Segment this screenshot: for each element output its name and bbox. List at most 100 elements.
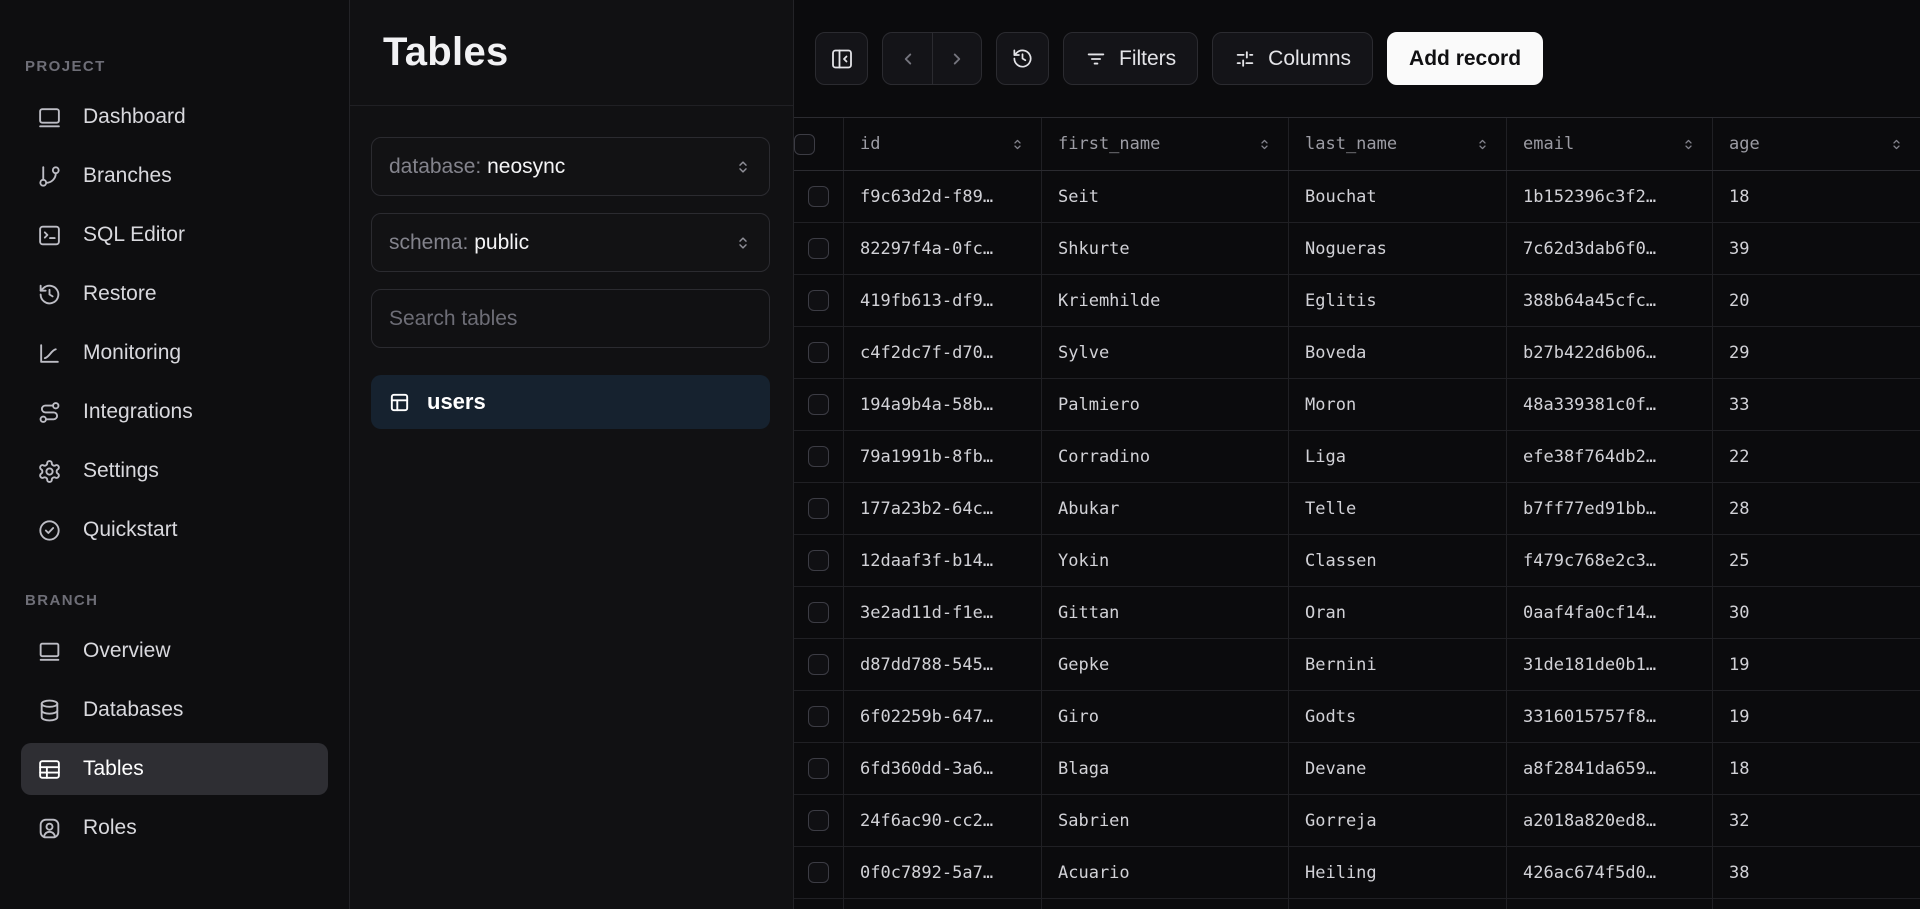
cell-email[interactable]: 0aaf4fa0cf14… bbox=[1507, 587, 1713, 638]
cell-first_name[interactable]: Gittan bbox=[1042, 587, 1289, 638]
cell-last_name[interactable]: Nogueras bbox=[1289, 223, 1507, 274]
cell-id[interactable]: d87dd788-545… bbox=[844, 639, 1042, 690]
row-checkbox[interactable] bbox=[808, 446, 829, 467]
refresh-history-button[interactable] bbox=[996, 32, 1049, 85]
sidebar-item-quickstart[interactable]: Quickstart bbox=[21, 504, 328, 556]
row-checkbox[interactable] bbox=[808, 498, 829, 519]
cell-email[interactable]: 3316015757f8… bbox=[1507, 691, 1713, 742]
row-checkbox[interactable] bbox=[808, 342, 829, 363]
filters-button[interactable]: Filters bbox=[1063, 32, 1199, 85]
previous-page-button[interactable] bbox=[883, 33, 932, 84]
cell-id[interactable]: f9c63d2d-f89… bbox=[844, 171, 1042, 222]
cell-age[interactable]: 39 bbox=[1713, 223, 1920, 274]
row-checkbox[interactable] bbox=[808, 550, 829, 571]
add-record-button[interactable]: Add record bbox=[1387, 32, 1544, 85]
row-checkbox[interactable] bbox=[808, 290, 829, 311]
column-header-age[interactable]: age bbox=[1713, 118, 1920, 170]
cell-first_name[interactable]: Giro bbox=[1042, 691, 1289, 742]
cell-last_name[interactable]: Classen bbox=[1289, 535, 1507, 586]
cell-email[interactable]: 1b152396c3f2… bbox=[1507, 171, 1713, 222]
row-checkbox[interactable] bbox=[808, 186, 829, 207]
cell-id[interactable]: 6f02259b-647… bbox=[844, 691, 1042, 742]
sidebar-item-integrations[interactable]: Integrations bbox=[21, 386, 328, 438]
cell-first_name[interactable]: Seit bbox=[1042, 171, 1289, 222]
cell-id[interactable]: c4f2dc7f-d70… bbox=[844, 327, 1042, 378]
cell-last_name[interactable]: Godts bbox=[1289, 691, 1507, 742]
cell-age[interactable]: 38 bbox=[1713, 847, 1920, 898]
schema-select[interactable]: schema: public bbox=[371, 213, 770, 272]
column-header-id[interactable]: id bbox=[844, 118, 1042, 170]
cell-email[interactable]: 7c62d3dab6f0… bbox=[1507, 223, 1713, 274]
table-list-item-users[interactable]: users bbox=[371, 375, 770, 429]
cell-email[interactable]: b7ff77ed91bb… bbox=[1507, 483, 1713, 534]
sidebar-item-roles[interactable]: Roles bbox=[21, 802, 328, 854]
sidebar-item-sql-editor[interactable]: SQL Editor bbox=[21, 209, 328, 261]
cell-age[interactable]: 30 bbox=[1713, 587, 1920, 638]
row-checkbox[interactable] bbox=[808, 862, 829, 883]
cell-id[interactable]: 0f0c7892-5a7… bbox=[844, 847, 1042, 898]
cell-id[interactable] bbox=[844, 899, 1042, 909]
sidebar-item-tables[interactable]: Tables bbox=[21, 743, 328, 795]
cell-email[interactable]: a8f2841da659… bbox=[1507, 743, 1713, 794]
collapse-panel-button[interactable] bbox=[815, 32, 868, 85]
cell-id[interactable]: 3e2ad11d-f1e… bbox=[844, 587, 1042, 638]
cell-age[interactable]: 29 bbox=[1713, 327, 1920, 378]
cell-id[interactable]: 12daaf3f-b14… bbox=[844, 535, 1042, 586]
cell-id[interactable]: 6fd360dd-3a6… bbox=[844, 743, 1042, 794]
cell-email[interactable]: a2018a820ed8… bbox=[1507, 795, 1713, 846]
row-checkbox[interactable] bbox=[808, 238, 829, 259]
column-header-first_name[interactable]: first_name bbox=[1042, 118, 1289, 170]
cell-last_name[interactable]: Heiling bbox=[1289, 847, 1507, 898]
cell-age[interactable]: 28 bbox=[1713, 483, 1920, 534]
cell-first_name[interactable] bbox=[1042, 899, 1289, 909]
columns-button[interactable]: Columns bbox=[1212, 32, 1374, 85]
cell-age[interactable]: 22 bbox=[1713, 431, 1920, 482]
column-header-email[interactable]: email bbox=[1507, 118, 1713, 170]
select-all-checkbox[interactable] bbox=[794, 133, 815, 155]
cell-email[interactable] bbox=[1507, 899, 1713, 909]
row-checkbox[interactable] bbox=[808, 602, 829, 623]
cell-last_name[interactable]: Devane bbox=[1289, 743, 1507, 794]
row-checkbox[interactable] bbox=[808, 394, 829, 415]
cell-last_name[interactable]: Liga bbox=[1289, 431, 1507, 482]
cell-first_name[interactable]: Sabrien bbox=[1042, 795, 1289, 846]
cell-first_name[interactable]: Yokin bbox=[1042, 535, 1289, 586]
cell-first_name[interactable]: Kriemhilde bbox=[1042, 275, 1289, 326]
cell-last_name[interactable]: Eglitis bbox=[1289, 275, 1507, 326]
database-select[interactable]: database: neosync bbox=[371, 137, 770, 196]
cell-first_name[interactable]: Sylve bbox=[1042, 327, 1289, 378]
cell-last_name[interactable]: Moron bbox=[1289, 379, 1507, 430]
column-header-last_name[interactable]: last_name bbox=[1289, 118, 1507, 170]
sidebar-item-settings[interactable]: Settings bbox=[21, 445, 328, 497]
cell-first_name[interactable]: Palmiero bbox=[1042, 379, 1289, 430]
cell-id[interactable]: 194a9b4a-58b… bbox=[844, 379, 1042, 430]
cell-id[interactable]: 24f6ac90-cc2… bbox=[844, 795, 1042, 846]
cell-id[interactable]: 419fb613-df9… bbox=[844, 275, 1042, 326]
cell-email[interactable]: f479c768e2c3… bbox=[1507, 535, 1713, 586]
cell-age[interactable] bbox=[1713, 899, 1920, 909]
cell-last_name[interactable]: Bernini bbox=[1289, 639, 1507, 690]
sidebar-item-dashboard[interactable]: Dashboard bbox=[21, 91, 328, 143]
cell-email[interactable]: 426ac674f5d0… bbox=[1507, 847, 1713, 898]
cell-age[interactable]: 19 bbox=[1713, 639, 1920, 690]
cell-first_name[interactable]: Abukar bbox=[1042, 483, 1289, 534]
sidebar-item-branches[interactable]: Branches bbox=[21, 150, 328, 202]
cell-last_name[interactable]: Oran bbox=[1289, 587, 1507, 638]
cell-age[interactable]: 25 bbox=[1713, 535, 1920, 586]
cell-id[interactable]: 82297f4a-0fc… bbox=[844, 223, 1042, 274]
cell-age[interactable]: 19 bbox=[1713, 691, 1920, 742]
cell-first_name[interactable]: Gepke bbox=[1042, 639, 1289, 690]
cell-last_name[interactable] bbox=[1289, 899, 1507, 909]
cell-id[interactable]: 177a23b2-64c… bbox=[844, 483, 1042, 534]
sidebar-item-restore[interactable]: Restore bbox=[21, 268, 328, 320]
cell-age[interactable]: 18 bbox=[1713, 171, 1920, 222]
sidebar-item-databases[interactable]: Databases bbox=[21, 684, 328, 736]
cell-last_name[interactable]: Bouchat bbox=[1289, 171, 1507, 222]
cell-id[interactable]: 79a1991b-8fb… bbox=[844, 431, 1042, 482]
cell-age[interactable]: 33 bbox=[1713, 379, 1920, 430]
row-checkbox[interactable] bbox=[808, 654, 829, 675]
row-checkbox[interactable] bbox=[808, 758, 829, 779]
cell-email[interactable]: b27b422d6b06… bbox=[1507, 327, 1713, 378]
cell-first_name[interactable]: Corradino bbox=[1042, 431, 1289, 482]
cell-age[interactable]: 20 bbox=[1713, 275, 1920, 326]
